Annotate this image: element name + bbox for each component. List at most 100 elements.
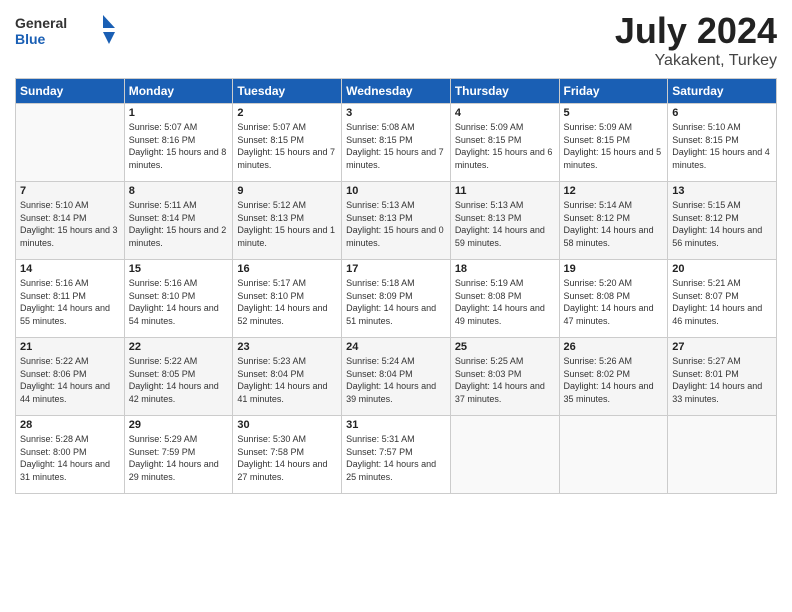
calendar-cell: 28 Sunrise: 5:28 AM Sunset: 8:00 PM Dayl… [16, 416, 125, 494]
sunrise: Sunrise: 5:24 AM [346, 356, 415, 366]
day-info: Sunrise: 5:09 AM Sunset: 8:15 PM Dayligh… [564, 121, 664, 171]
sunrise: Sunrise: 5:16 AM [129, 278, 198, 288]
sunrise: Sunrise: 5:23 AM [237, 356, 306, 366]
day-number: 23 [237, 341, 337, 353]
calendar-week-3: 21 Sunrise: 5:22 AM Sunset: 8:06 PM Dayl… [16, 338, 777, 416]
calendar-cell: 15 Sunrise: 5:16 AM Sunset: 8:10 PM Dayl… [124, 260, 233, 338]
sunrise: Sunrise: 5:25 AM [455, 356, 524, 366]
day-number: 20 [672, 263, 772, 275]
calendar-cell: 14 Sunrise: 5:16 AM Sunset: 8:11 PM Dayl… [16, 260, 125, 338]
daylight: Daylight: 14 hours and 27 minutes. [237, 459, 327, 482]
day-number: 27 [672, 341, 772, 353]
sunrise: Sunrise: 5:07 AM [129, 122, 198, 132]
day-number: 10 [346, 185, 446, 197]
calendar-week-2: 14 Sunrise: 5:16 AM Sunset: 8:11 PM Dayl… [16, 260, 777, 338]
calendar-cell: 25 Sunrise: 5:25 AM Sunset: 8:03 PM Dayl… [450, 338, 559, 416]
sunset: Sunset: 8:03 PM [455, 369, 522, 379]
sunrise: Sunrise: 5:19 AM [455, 278, 524, 288]
daylight: Daylight: 14 hours and 56 minutes. [672, 225, 762, 248]
day-info: Sunrise: 5:24 AM Sunset: 8:04 PM Dayligh… [346, 355, 446, 405]
daylight: Daylight: 14 hours and 39 minutes. [346, 381, 436, 404]
sunset: Sunset: 7:57 PM [346, 447, 413, 457]
sunset: Sunset: 8:02 PM [564, 369, 631, 379]
calendar-location: Yakakent, Turkey [615, 52, 777, 70]
sunset: Sunset: 8:14 PM [20, 213, 87, 223]
sunrise: Sunrise: 5:13 AM [455, 200, 524, 210]
sunrise: Sunrise: 5:16 AM [20, 278, 89, 288]
day-number: 6 [672, 107, 772, 119]
sunrise: Sunrise: 5:28 AM [20, 434, 89, 444]
sunrise: Sunrise: 5:30 AM [237, 434, 306, 444]
calendar-cell: 18 Sunrise: 5:19 AM Sunset: 8:08 PM Dayl… [450, 260, 559, 338]
sunrise: Sunrise: 5:31 AM [346, 434, 415, 444]
sunset: Sunset: 8:04 PM [237, 369, 304, 379]
day-info: Sunrise: 5:21 AM Sunset: 8:07 PM Dayligh… [672, 277, 772, 327]
sunrise: Sunrise: 5:09 AM [455, 122, 524, 132]
calendar-cell: 12 Sunrise: 5:14 AM Sunset: 8:12 PM Dayl… [559, 182, 668, 260]
day-info: Sunrise: 5:27 AM Sunset: 8:01 PM Dayligh… [672, 355, 772, 405]
sunset: Sunset: 8:00 PM [20, 447, 87, 457]
sunset: Sunset: 8:05 PM [129, 369, 196, 379]
calendar-cell: 22 Sunrise: 5:22 AM Sunset: 8:05 PM Dayl… [124, 338, 233, 416]
calendar-cell: 29 Sunrise: 5:29 AM Sunset: 7:59 PM Dayl… [124, 416, 233, 494]
calendar-cell: 26 Sunrise: 5:26 AM Sunset: 8:02 PM Dayl… [559, 338, 668, 416]
sunrise: Sunrise: 5:10 AM [20, 200, 89, 210]
day-number: 21 [20, 341, 120, 353]
sunrise: Sunrise: 5:21 AM [672, 278, 741, 288]
daylight: Daylight: 14 hours and 33 minutes. [672, 381, 762, 404]
sunset: Sunset: 8:15 PM [346, 135, 413, 145]
day-info: Sunrise: 5:17 AM Sunset: 8:10 PM Dayligh… [237, 277, 337, 327]
calendar-cell: 17 Sunrise: 5:18 AM Sunset: 8:09 PM Dayl… [342, 260, 451, 338]
sunrise: Sunrise: 5:08 AM [346, 122, 415, 132]
daylight: Daylight: 14 hours and 55 minutes. [20, 303, 110, 326]
day-info: Sunrise: 5:28 AM Sunset: 8:00 PM Dayligh… [20, 433, 120, 483]
daylight: Daylight: 14 hours and 52 minutes. [237, 303, 327, 326]
day-info: Sunrise: 5:09 AM Sunset: 8:15 PM Dayligh… [455, 121, 555, 171]
daylight: Daylight: 15 hours and 5 minutes. [564, 147, 662, 170]
day-number: 13 [672, 185, 772, 197]
calendar-cell: 30 Sunrise: 5:30 AM Sunset: 7:58 PM Dayl… [233, 416, 342, 494]
sunrise: Sunrise: 5:13 AM [346, 200, 415, 210]
sunset: Sunset: 8:15 PM [672, 135, 739, 145]
sunset: Sunset: 8:08 PM [455, 291, 522, 301]
day-number: 24 [346, 341, 446, 353]
sunrise: Sunrise: 5:17 AM [237, 278, 306, 288]
sunrise: Sunrise: 5:20 AM [564, 278, 633, 288]
sunrise: Sunrise: 5:22 AM [20, 356, 89, 366]
daylight: Daylight: 14 hours and 31 minutes. [20, 459, 110, 482]
day-number: 30 [237, 419, 337, 431]
sunrise: Sunrise: 5:29 AM [129, 434, 198, 444]
calendar-week-1: 7 Sunrise: 5:10 AM Sunset: 8:14 PM Dayli… [16, 182, 777, 260]
day-number: 2 [237, 107, 337, 119]
day-number: 18 [455, 263, 555, 275]
header-row: Sunday Monday Tuesday Wednesday Thursday… [16, 79, 777, 104]
sunset: Sunset: 8:10 PM [129, 291, 196, 301]
calendar-week-4: 28 Sunrise: 5:28 AM Sunset: 8:00 PM Dayl… [16, 416, 777, 494]
daylight: Daylight: 14 hours and 44 minutes. [20, 381, 110, 404]
day-number: 15 [129, 263, 229, 275]
day-info: Sunrise: 5:16 AM Sunset: 8:11 PM Dayligh… [20, 277, 120, 327]
day-info: Sunrise: 5:29 AM Sunset: 7:59 PM Dayligh… [129, 433, 229, 483]
calendar-cell: 21 Sunrise: 5:22 AM Sunset: 8:06 PM Dayl… [16, 338, 125, 416]
day-number: 3 [346, 107, 446, 119]
day-info: Sunrise: 5:23 AM Sunset: 8:04 PM Dayligh… [237, 355, 337, 405]
sunrise: Sunrise: 5:18 AM [346, 278, 415, 288]
day-number: 16 [237, 263, 337, 275]
sunset: Sunset: 8:04 PM [346, 369, 413, 379]
day-number: 5 [564, 107, 664, 119]
day-number: 29 [129, 419, 229, 431]
daylight: Daylight: 15 hours and 6 minutes. [455, 147, 553, 170]
calendar-cell: 8 Sunrise: 5:11 AM Sunset: 8:14 PM Dayli… [124, 182, 233, 260]
calendar-cell: 1 Sunrise: 5:07 AM Sunset: 8:16 PM Dayli… [124, 104, 233, 182]
day-number: 19 [564, 263, 664, 275]
day-number: 25 [455, 341, 555, 353]
day-info: Sunrise: 5:26 AM Sunset: 8:02 PM Dayligh… [564, 355, 664, 405]
sunset: Sunset: 8:16 PM [129, 135, 196, 145]
day-number: 11 [455, 185, 555, 197]
logo: General Blue [15, 10, 115, 50]
sunset: Sunset: 8:13 PM [455, 213, 522, 223]
daylight: Daylight: 14 hours and 25 minutes. [346, 459, 436, 482]
col-thursday: Thursday [450, 79, 559, 104]
sunset: Sunset: 7:58 PM [237, 447, 304, 457]
col-tuesday: Tuesday [233, 79, 342, 104]
